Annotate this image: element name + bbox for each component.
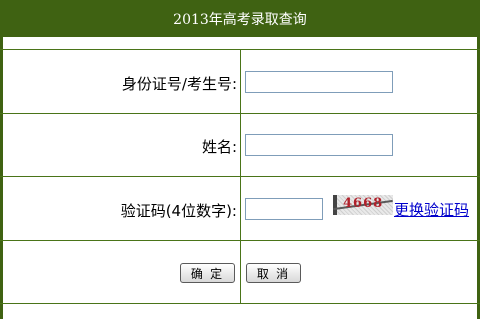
id-label: 身份证号/考生号: xyxy=(121,75,237,93)
captcha-digits: 4668 xyxy=(343,196,384,211)
column-divider xyxy=(240,49,241,303)
page-title: 2013年高考录取查询 xyxy=(173,11,307,28)
captcha-image: 4668 xyxy=(333,195,393,215)
name-label: 姓名: xyxy=(201,138,237,156)
id-number-input[interactable] xyxy=(245,71,393,93)
table-divider xyxy=(0,303,480,304)
captcha-label: 验证码(4位数字): xyxy=(120,202,237,220)
captcha-edge xyxy=(333,195,337,215)
captcha-input[interactable] xyxy=(245,198,323,220)
refresh-captcha-link[interactable]: 更换验证码 xyxy=(394,199,469,220)
cancel-button[interactable]: 取 消 xyxy=(246,263,301,283)
page-header: 2013年高考录取查询 xyxy=(0,0,480,37)
name-input[interactable] xyxy=(245,134,393,156)
confirm-button[interactable]: 确 定 xyxy=(180,263,235,283)
